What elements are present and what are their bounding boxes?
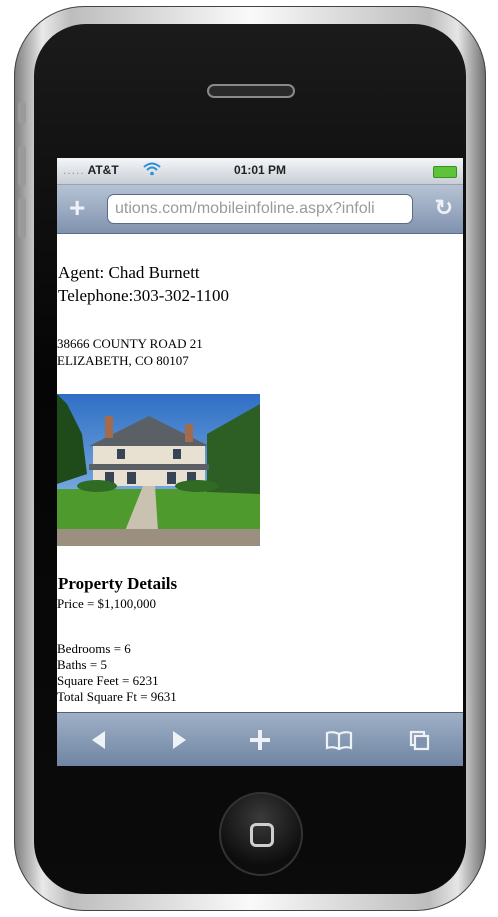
property-address: 38666 COUNTY ROAD 21 ELIZABETH, CO 80107 [57, 335, 203, 369]
status-time: 01:01 PM [233, 163, 287, 177]
bedrooms-value: Bedrooms = 6 [57, 641, 131, 656]
url-input[interactable]: utions.com/mobileinfoline.aspx?infoli [107, 194, 413, 224]
phone-screen: ..... AT&T 01:01 PM + utions.com/mobilei… [57, 158, 463, 766]
total-square-ft-value: Total Square Ft = 9631 [57, 689, 177, 704]
volume-up-button [18, 146, 26, 186]
square-feet-value: Square Feet = 6231 [57, 673, 159, 688]
battery-icon [433, 166, 457, 178]
earpiece-speaker [207, 84, 295, 98]
web-content: Agent: Chad Burnett Telephone:303-302-11… [57, 234, 463, 712]
back-icon[interactable] [69, 713, 129, 766]
agent-name: Agent: Chad Burnett [58, 263, 200, 282]
reload-icon[interactable]: ↻ [435, 195, 453, 221]
address-line-2: ELIZABETH, CO 80107 [57, 353, 189, 368]
browser-toolbar [57, 712, 463, 766]
agent-telephone[interactable]: Telephone:303-302-1100 [58, 285, 229, 307]
status-bar: ..... AT&T 01:01 PM [57, 158, 463, 185]
address-line-1: 38666 COUNTY ROAD 21 [57, 336, 203, 351]
bookmarks-icon[interactable] [309, 713, 369, 766]
home-button[interactable] [219, 792, 303, 876]
browser-url-bar: + utions.com/mobileinfoline.aspx?infoli … [57, 185, 463, 234]
property-details-heading: Property Details [58, 574, 178, 593]
mute-switch [18, 102, 26, 124]
home-square-icon [250, 823, 274, 847]
baths-value: Baths = 5 [57, 657, 107, 672]
volume-down-button [18, 198, 26, 238]
property-price: Price = $1,100,000 [57, 596, 157, 611]
property-photo[interactable] [57, 394, 260, 546]
forward-icon[interactable] [149, 713, 209, 766]
pages-icon[interactable] [389, 713, 449, 766]
property-stats: Bedrooms = 6 Baths = 5 Square Feet = 623… [57, 641, 177, 705]
add-bookmark-icon[interactable]: + [69, 193, 85, 223]
add-icon[interactable] [230, 713, 290, 766]
